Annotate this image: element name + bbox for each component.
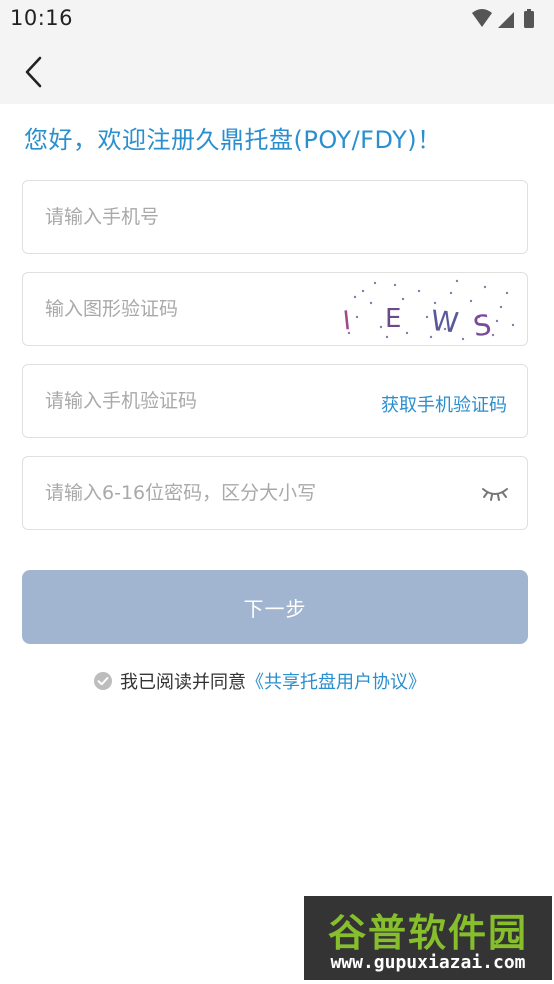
captcha-letter: E — [385, 304, 401, 334]
eye-closed-icon[interactable] — [481, 483, 509, 503]
captcha-letter: I — [341, 306, 352, 337]
watermark-url: www.gupuxiazai.com — [330, 952, 526, 973]
check-circle-icon[interactable] — [94, 672, 112, 690]
password-field — [22, 456, 528, 530]
phone-field — [22, 180, 528, 254]
battery-icon — [524, 11, 534, 28]
back-icon[interactable] — [20, 52, 50, 92]
watermark-logo: 谷普软件园 www.gupuxiazai.com — [304, 896, 552, 980]
get-sms-code-button[interactable]: 获取手机验证码 — [381, 391, 507, 417]
status-icons — [472, 9, 534, 28]
phone-input[interactable] — [45, 181, 505, 253]
wifi-icon — [472, 9, 492, 27]
welcome-heading: 您好，欢迎注册久鼎托盘(POY/FDY)！ — [24, 126, 442, 154]
captcha-input[interactable] — [45, 273, 335, 345]
user-agreement-link[interactable]: 《共享托盘用户协议》 — [246, 668, 426, 694]
status-time: 10:16 — [10, 6, 74, 30]
sms-code-field: 获取手机验证码 — [22, 364, 528, 438]
top-bar: 10:16 — [0, 0, 554, 104]
captcha-letter: W — [429, 304, 460, 340]
next-step-button[interactable]: 下一步 — [22, 570, 528, 644]
agreement-row: 我已阅读并同意 《共享托盘用户协议》 — [94, 668, 426, 694]
agreement-text: 我已阅读并同意 — [120, 672, 246, 693]
captcha-field: I E W S — [22, 272, 528, 346]
captcha-image[interactable]: I E W S — [335, 277, 521, 343]
sms-code-input[interactable] — [45, 365, 365, 437]
captcha-letter: S — [471, 308, 493, 343]
watermark-title: 谷普软件园 — [327, 911, 528, 955]
signal-icon — [498, 12, 514, 28]
password-input[interactable] — [45, 457, 475, 529]
